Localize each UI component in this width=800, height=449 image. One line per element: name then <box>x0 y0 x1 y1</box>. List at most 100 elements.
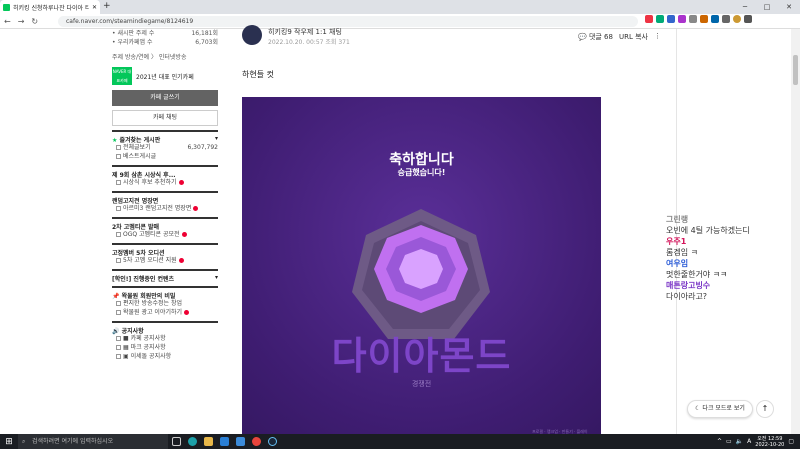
chat-message: 다이아라고? <box>666 292 708 301</box>
moon-icon: ☾ <box>695 405 701 412</box>
comments-link[interactable]: 💬 댓글 68 <box>578 32 613 42</box>
chevron-down-icon[interactable]: ▾ <box>215 135 218 143</box>
article-meta: 2022.10.20. 00:57 조회 371 <box>268 39 350 46</box>
board-link[interactable]: OGQ 고멤티콘 공모전 <box>112 230 218 239</box>
scrollbar[interactable] <box>791 29 800 434</box>
extension-icon[interactable] <box>711 15 719 23</box>
board-icon <box>116 301 121 306</box>
profile-avatar[interactable] <box>733 15 741 23</box>
extensions-bar <box>645 15 752 23</box>
rank-up-image: 축하합니다 승급했습니다! 다이아몬드 경쟁전 프로필 · 랭크업 · 만들기 … <box>242 97 601 439</box>
network-icon[interactable]: ▭ <box>726 438 732 445</box>
chat-username: 매튼랑고빙수 <box>666 281 711 290</box>
chrome-icon[interactable] <box>248 434 264 449</box>
board-link[interactable]: 아르미3 랜덤고지전 명장면 <box>112 204 218 213</box>
diamond-title: 다이아몬드 <box>331 334 512 378</box>
new-tab-button[interactable]: + <box>103 1 111 11</box>
edge-icon[interactable] <box>184 434 200 449</box>
chat-message: 롬겜임 ㅋ <box>666 248 698 257</box>
board-link[interactable]: 5차 고멤 오디션 지원 <box>112 256 218 265</box>
menu-icon[interactable] <box>744 15 752 23</box>
stat-row: • 새시판 주제 수 16,181회 <box>112 30 218 37</box>
forward-icon[interactable]: → <box>18 17 25 26</box>
board-link[interactable]: 시상식 후보 추천하기 <box>112 178 218 187</box>
extension-icon[interactable] <box>678 15 686 23</box>
section-header: 제 9회 삼촌 시상식 후... <box>112 165 218 179</box>
stat-row: • 우리카페앱 수 6,703회 <box>112 39 218 46</box>
clock[interactable]: 오전 12:59 2022-10-20 <box>755 436 784 448</box>
back-icon[interactable]: ← <box>4 17 11 26</box>
speaker-icon: 🔊 <box>112 328 120 335</box>
app-icon[interactable] <box>232 434 248 449</box>
dark-mode-button[interactable]: ☾ 다크 모드로 보기 <box>687 400 753 418</box>
taskbar-search[interactable]: 검색하려면 여기에 입력하십시오 <box>18 434 168 449</box>
browser-tab[interactable]: 히키킹 신청하루나잔 다이아 티 ✕ <box>0 0 100 14</box>
award-text: 2021년 대표 인기카페 <box>136 73 194 81</box>
window-controls: ─ □ ✕ <box>734 0 800 14</box>
extension-icon[interactable] <box>656 15 664 23</box>
board-link[interactable]: 편지한 방송수정는 창업 <box>112 299 218 308</box>
naver-cafe-icon <box>3 3 10 11</box>
extension-icon[interactable] <box>700 15 708 23</box>
tab-title: 히키킹 신청하루나잔 다이아 티 <box>13 4 89 12</box>
scrollbar-thumb[interactable] <box>793 55 798 85</box>
chat-username: 그린랭 <box>666 215 689 224</box>
extension-icon[interactable] <box>689 15 697 23</box>
chat-username: 우주1 <box>666 237 687 246</box>
mode-label: 경쟁전 <box>411 380 432 388</box>
board-icon <box>116 180 121 185</box>
start-button[interactable]: ⊞ <box>0 437 18 447</box>
board-icon <box>116 154 121 159</box>
board-link[interactable]: ■ 카페 공지사항 <box>112 334 218 343</box>
naver-award-badge: NAVER 대표카페 <box>112 67 132 85</box>
vscode-icon[interactable] <box>216 434 232 449</box>
board-link[interactable]: 왁물원 광고 이야기하기 <box>112 308 218 317</box>
ime-icon[interactable]: A <box>747 438 751 445</box>
new-badge-icon <box>178 258 184 263</box>
article-author[interactable]: 히키킹9 작우제 1:1 채팅 <box>268 27 342 37</box>
board-link[interactable]: ▦ 마크 공지사항 <box>112 343 218 352</box>
maximize-button[interactable]: □ <box>756 0 778 14</box>
minimize-button[interactable]: ─ <box>734 0 756 14</box>
new-badge-icon <box>193 206 199 211</box>
url-field[interactable]: cafe.naver.com/steamindiegame/8124619 <box>58 16 638 27</box>
cafe-chat-button[interactable]: 카페 채팅 <box>112 110 218 126</box>
close-window-button[interactable]: ✕ <box>778 0 800 14</box>
board-icon <box>116 232 121 237</box>
close-tab-icon[interactable]: ✕ <box>92 4 97 11</box>
notification-icon[interactable]: ▢ <box>788 438 794 445</box>
chat-username: 여우임 <box>666 259 689 268</box>
volume-icon[interactable]: 🔈 <box>736 438 743 445</box>
board-icon <box>116 310 121 315</box>
more-icon[interactable]: ⋮ <box>654 32 661 42</box>
board-link[interactable]: ▣ 이세돌 공지사항 <box>112 352 218 361</box>
tray-chevron-icon[interactable]: ^ <box>717 438 722 445</box>
section-header: 고정멤버 5차 오디션 <box>112 243 218 257</box>
chat-overlay: 그린랭 오빈에 4틸 가능하겠는디 우주1 롬겜임 ㅋ 여우임 멋한줄한거야 ㅋㅋ 매튼랑고… <box>666 214 786 302</box>
steam-icon[interactable] <box>264 434 280 449</box>
award: NAVER 대표카페 2021년 대표 인기카페 <box>112 66 218 86</box>
scroll-top-button[interactable]: ↑ <box>756 400 774 418</box>
board-link[interactable]: 전체글보기 6,307,792 <box>112 143 218 152</box>
section-header[interactable]: [학인!] 진행중인 컨텐츠 ▾ <box>112 269 218 283</box>
write-post-button[interactable]: 카페 글쓰기 <box>112 90 218 106</box>
reload-icon[interactable]: ↻ <box>31 17 38 26</box>
chevron-down-icon[interactable]: ▾ <box>215 274 218 282</box>
task-view-icon[interactable] <box>168 434 184 449</box>
taskbar: ⊞ 검색하려면 여기에 입력하십시오 ^ ▭ 🔈 A 오전 12:59 2022… <box>0 434 800 449</box>
board-icon <box>116 345 121 350</box>
section-header: 📌 왁물원 회원만의 비밀 <box>112 286 218 300</box>
cafe-sidebar: • 새시판 주제 수 16,181회 • 우리카페앱 수 6,703회 주제 방송/… <box>112 29 218 434</box>
extension-icon[interactable] <box>667 15 675 23</box>
tab-bar <box>0 0 800 14</box>
url-copy-button[interactable]: URL 복사 <box>619 32 648 42</box>
explorer-icon[interactable] <box>200 434 216 449</box>
puzzle-icon[interactable] <box>722 15 730 23</box>
favorite-boards-header[interactable]: ★ 즐겨찾는 게시판 ▾ <box>112 130 218 144</box>
nav-buttons: ← → ↻ <box>4 14 38 29</box>
chat-message: 멋한줄한거야 ㅋㅋ <box>666 270 728 279</box>
section-header: 랜덤고지전 명장면 <box>112 191 218 205</box>
author-avatar[interactable] <box>242 25 262 45</box>
extension-icon[interactable] <box>645 15 653 23</box>
board-link[interactable]: 베스트게시글 <box>112 152 218 161</box>
